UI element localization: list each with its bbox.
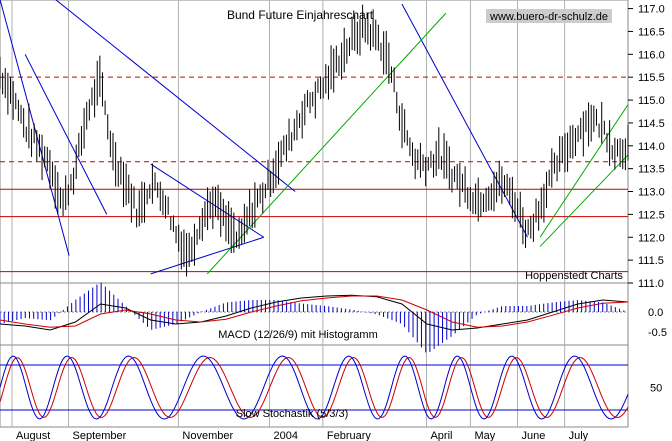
x-tick-label: May (474, 430, 495, 441)
y-tick-labels: 117.0 116.5 116.0 115.5 115.0 114.5 114.0 113.5… (628, 4, 667, 395)
y-tick-label: 115.5 (638, 72, 665, 84)
x-tick-label: 2004 (273, 430, 297, 441)
y-tick-label: 112.5 (638, 209, 665, 221)
y-tick-label: 117.0 (638, 4, 665, 16)
chart-title: Bund Future Einjahreschart (227, 8, 374, 22)
x-tick-labels: August September November 2004 February April… (16, 430, 589, 441)
watermark-url: www.buero-dr-schulz.de (489, 11, 608, 23)
y-tick-label: 111.0 (638, 278, 664, 290)
x-tick-label: April (430, 430, 452, 441)
macd-tick-label: -0.5 (648, 327, 667, 339)
y-tick-label: 113.5 (638, 164, 665, 176)
macd-label: MACD (12/26/9) mit Histogramm (218, 329, 378, 341)
x-tick-label: August (16, 430, 50, 441)
source-label: Hoppenstedt Charts (525, 270, 623, 282)
x-tick-label: June (522, 430, 546, 441)
y-tick-label: 116.5 (638, 26, 665, 38)
y-tick-label: 112.0 (638, 232, 665, 244)
x-tick-label: November (182, 430, 233, 441)
x-tick-label: September (73, 430, 127, 441)
y-tick-label: 116.0 (638, 49, 665, 61)
bund-future-chart: 117.0 116.5 116.0 115.5 115.0 114.5 114.0 113.5… (0, 0, 667, 441)
y-tick-label: 111.5 (638, 255, 664, 267)
y-tick-label: 114.5 (638, 118, 665, 130)
x-tick-label: July (569, 430, 589, 441)
y-tick-label: 113.0 (638, 187, 665, 199)
y-tick-label: 115.0 (638, 95, 665, 107)
stochastic-label: Slow Stochastik (5/3/3) (236, 408, 349, 420)
x-tick-label: February (327, 430, 372, 441)
stoch-tick-label: 50 (650, 383, 662, 395)
macd-tick-label: 0.0 (648, 307, 663, 319)
chart-root: 117.0 116.5 116.0 115.5 115.0 114.5 114.0 113.5… (0, 0, 672, 441)
y-tick-label: 114.0 (638, 141, 665, 153)
